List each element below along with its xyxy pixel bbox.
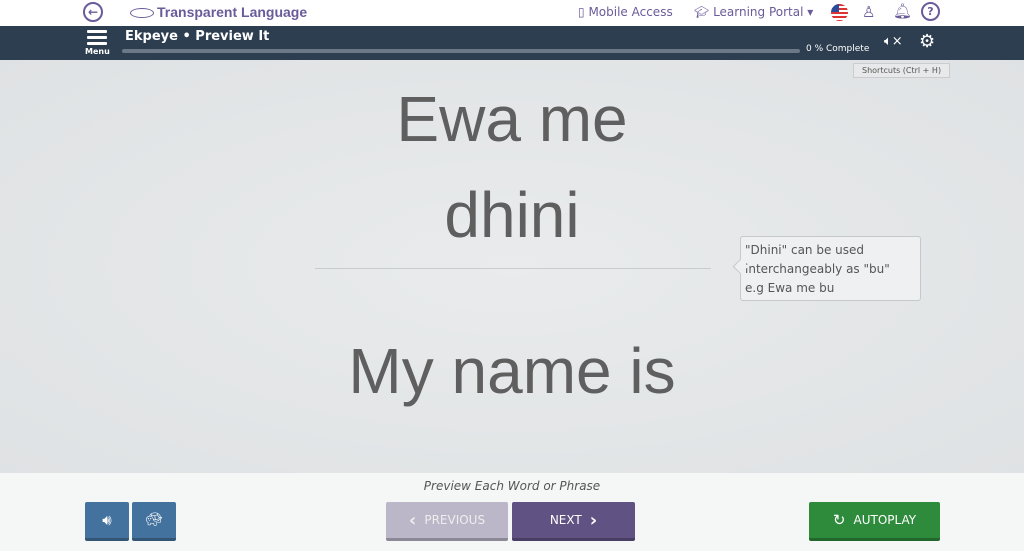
progress-text: 0 % Complete [806, 44, 870, 54]
learning-portal-dropdown[interactable]: 🎓︎ Learning Portal ▾ [694, 5, 813, 19]
target-phrase-line1: Ewa me [396, 83, 628, 155]
us-flag-icon[interactable] [831, 4, 848, 21]
lesson-title: Ekpeye • Preview It [125, 29, 270, 44]
hamburger-icon [87, 30, 107, 33]
mobile-icon: ▯ [578, 5, 585, 19]
note-line: interchangeably as "bu" [745, 262, 890, 276]
menu-button[interactable]: Menu [85, 30, 110, 56]
footer-controls: Preview Each Word or Phrase 🔊︎ 🐢︎ ‹ PREVI… [0, 473, 1024, 551]
autoplay-button[interactable]: ↻ AUTOPLAY [809, 502, 940, 541]
bell-icon[interactable]: 🔔︎ [893, 2, 912, 20]
previous-button[interactable]: ‹ PREVIOUS [386, 502, 508, 541]
logo[interactable]: Transparent Language [130, 4, 307, 20]
speaker-icon: 🔊︎ [102, 511, 112, 529]
next-button[interactable]: NEXT › [512, 502, 635, 541]
loop-icon: ↻ [832, 511, 846, 529]
lesson-navbar: Menu Ekpeye • Preview It 0 % Complete 🔈︎… [0, 26, 1024, 60]
mute-icon[interactable]: 🔈︎× [884, 34, 903, 49]
progress-bar [122, 49, 800, 53]
note-bubble: "Dhini" can be used interchangeably as "… [740, 236, 921, 301]
play-audio-button[interactable]: 🔊︎ [85, 502, 129, 541]
note-line: e.g Ewa me bu [745, 281, 835, 295]
gear-icon[interactable]: ⚙ [919, 31, 935, 52]
chevron-right-icon: › [589, 509, 598, 531]
user-icon[interactable]: ♙ [862, 3, 875, 21]
help-icon[interactable]: ? [921, 2, 940, 21]
flashcard: Shortcuts (Ctrl + H) Ewa me dhini My nam… [0, 60, 1024, 473]
top-bar: ← Transparent Language ▯ Mobile Access 🎓… [0, 0, 1024, 26]
caret-down-icon: ▾ [807, 5, 814, 19]
shortcuts-tooltip: Shortcuts (Ctrl + H) [853, 63, 951, 78]
divider [315, 268, 711, 269]
note-line: "Dhini" can be used [745, 243, 865, 257]
mobile-access-link[interactable]: ▯ Mobile Access [578, 5, 673, 19]
turtle-icon: 🐢︎ [145, 512, 163, 528]
slow-audio-button[interactable]: 🐢︎ [132, 502, 176, 541]
back-arrow-icon[interactable]: ← [83, 2, 103, 22]
graduation-cap-icon: 🎓︎ [694, 5, 710, 19]
native-phrase: My name is [348, 335, 676, 407]
instruction-text: Preview Each Word or Phrase [423, 479, 601, 493]
chevron-left-icon: ‹ [408, 509, 417, 531]
